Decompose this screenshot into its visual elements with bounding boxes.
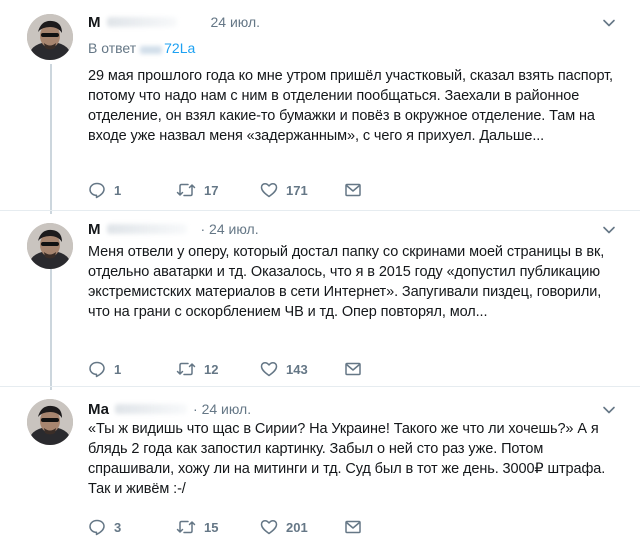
- chevron-down-icon[interactable]: [602, 223, 616, 237]
- envelope-icon: [345, 520, 361, 534]
- reply-handle-link[interactable]: 72La: [164, 40, 195, 56]
- reply-prefix: В ответ: [88, 40, 137, 56]
- tweet-text: Меня отвели у оперу, который достал папк…: [88, 244, 605, 320]
- display-name[interactable]: М: [88, 14, 101, 31]
- envelope-icon: [345, 362, 361, 376]
- retweet-icon: [176, 183, 196, 197]
- like-button[interactable]: 171: [260, 181, 344, 199]
- retweet-button[interactable]: 17: [176, 181, 260, 199]
- tweet-1[interactable]: М 24 июл. В ответ 72La 29 мая прошлого го…: [0, 0, 640, 210]
- retweet-count: 17: [204, 182, 219, 198]
- reply-icon: [89, 361, 105, 378]
- reply-icon: [89, 519, 105, 536]
- avatar-photo: [27, 223, 73, 269]
- retweet-button[interactable]: 15: [176, 518, 260, 536]
- like-count: 171: [286, 182, 308, 198]
- tweet-date[interactable]: · 24 июл.: [201, 221, 259, 237]
- direct-message-button[interactable]: [344, 519, 370, 535]
- reply-button[interactable]: 1: [88, 181, 176, 199]
- heart-icon: [260, 519, 278, 535]
- redacted-handle: [115, 404, 188, 414]
- like-count: 143: [286, 361, 308, 377]
- reply-button[interactable]: 1: [88, 360, 176, 378]
- display-name[interactable]: М: [88, 221, 101, 238]
- tweet-actions: 1 12 143: [88, 359, 370, 379]
- tweet-header: М · 24 июл.: [88, 219, 259, 239]
- retweet-count: 15: [204, 519, 219, 535]
- reply-count: 1: [114, 361, 122, 377]
- tweet-header: Ма · 24 июл.: [88, 399, 251, 419]
- tweet-text: 29 мая прошлого года ко мне утром пришёл…: [88, 68, 613, 144]
- tweet-3[interactable]: Ма · 24 июл. «Ты ж видишь что щас в Сири…: [0, 387, 640, 548]
- envelope-icon: [345, 183, 361, 197]
- heart-icon: [260, 182, 278, 198]
- like-button[interactable]: 143: [260, 360, 344, 378]
- chevron-down-icon[interactable]: [602, 16, 616, 30]
- reply-count: 3: [114, 519, 122, 535]
- like-button[interactable]: 201: [260, 518, 344, 536]
- chevron-down-icon[interactable]: [602, 403, 616, 417]
- tweet-actions: 3 15 201: [88, 517, 370, 537]
- heart-icon: [260, 361, 278, 377]
- redacted-handle: [106, 17, 177, 27]
- tweet-date[interactable]: 24 июл.: [211, 14, 261, 30]
- tweet-actions: 1 17 171: [88, 180, 370, 200]
- retweet-icon: [176, 520, 196, 534]
- avatar[interactable]: [27, 14, 73, 60]
- avatar[interactable]: [27, 399, 73, 445]
- display-name[interactable]: Ма: [88, 401, 109, 418]
- avatar[interactable]: [27, 223, 73, 269]
- reply-count: 1: [114, 182, 122, 198]
- tweet-date[interactable]: · 24 июл.: [193, 401, 251, 417]
- retweet-icon: [176, 362, 196, 376]
- redacted-reply-handle: [140, 46, 163, 54]
- tweet-header: М 24 июл.: [88, 12, 260, 32]
- tweet-text: «Ты ж видишь что щас в Сирии? На Украине…: [88, 421, 606, 497]
- retweet-count: 12: [204, 361, 219, 377]
- redacted-handle: [106, 224, 187, 234]
- avatar-photo: [27, 14, 73, 60]
- retweet-button[interactable]: 12: [176, 360, 260, 378]
- like-count: 201: [286, 519, 308, 535]
- avatar-photo: [27, 399, 73, 445]
- reply-icon: [89, 182, 105, 199]
- reply-context: В ответ 72La: [88, 40, 195, 56]
- direct-message-button[interactable]: [344, 182, 370, 198]
- tweet-2[interactable]: М · 24 июл. Меня отвели у оперу, который…: [0, 211, 640, 391]
- reply-button[interactable]: 3: [88, 518, 176, 536]
- direct-message-button[interactable]: [344, 361, 370, 377]
